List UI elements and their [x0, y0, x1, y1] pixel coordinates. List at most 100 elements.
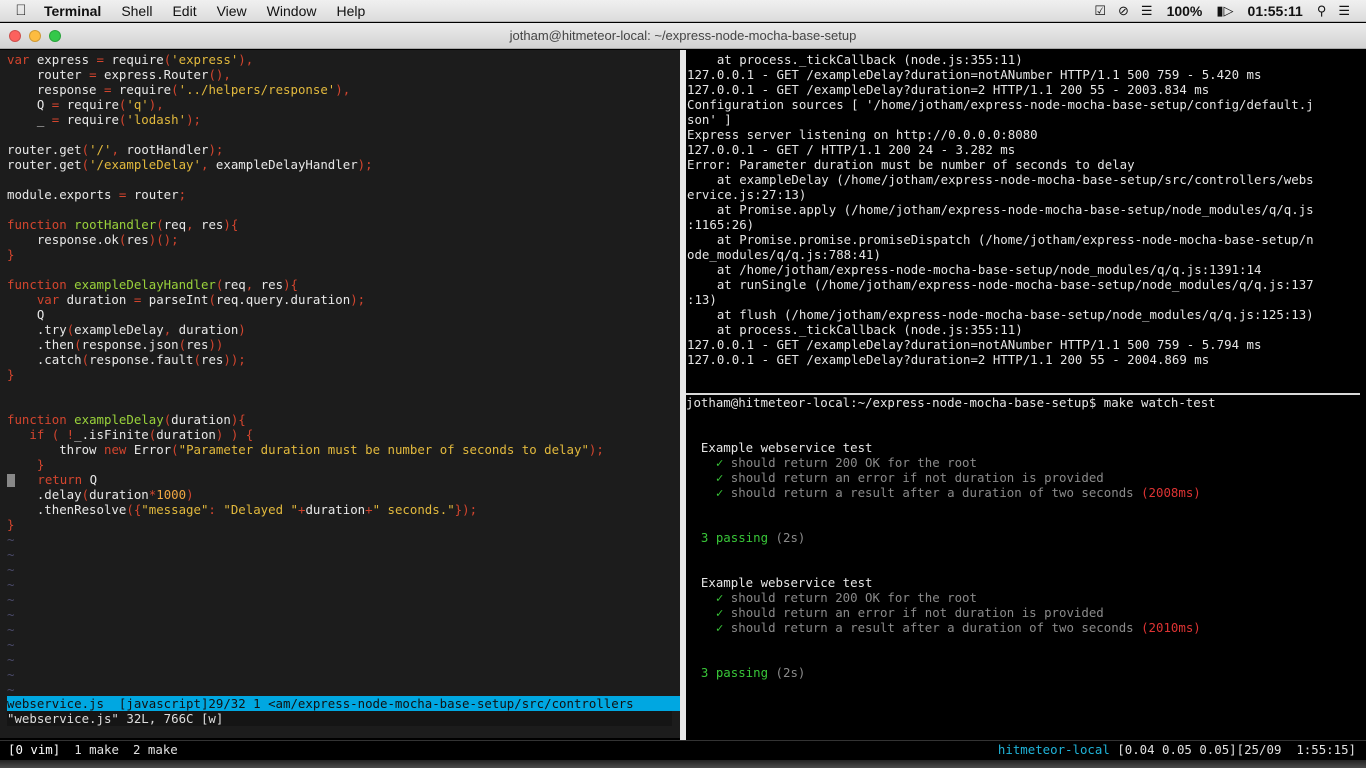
test-result: ✓ should return an error if not duration…: [715, 470, 1104, 485]
log-line: ervice.js:27:13): [687, 187, 807, 202]
server-log-output: at process._tickCallback (node.js:355:11…: [687, 52, 1360, 372]
code-line: return Q: [7, 472, 680, 487]
menu-shell[interactable]: Shell: [111, 0, 162, 22]
notification-center-icon[interactable]: ☰: [1338, 3, 1350, 19]
sync-status-icon[interactable]: ⊘: [1118, 3, 1129, 19]
log-line: at Promise.apply (/home/jotham/express-n…: [687, 202, 1314, 217]
empty-line-tilde: ~: [7, 652, 15, 667]
test-output-pane[interactable]: jotham@hitmeteor-local:~/express-node-mo…: [686, 395, 1360, 680]
pane-horizontal-divider[interactable]: [686, 393, 1360, 395]
menu-help[interactable]: Help: [326, 0, 375, 22]
test-result: ✓ should return an error if not duration…: [715, 605, 1104, 620]
log-line: 127.0.0.1 - GET /exampleDelay?duration=2…: [687, 352, 1210, 367]
code-line: function exampleDelayHandler(req, res){: [7, 277, 298, 292]
menu-view[interactable]: View: [207, 0, 257, 22]
text-cursor: [7, 474, 15, 487]
code-line: function rootHandler(req, res){: [7, 217, 239, 232]
window-title-bar[interactable]: jotham@hitmeteor-local: ~/express-node-m…: [0, 23, 1366, 49]
log-line: at Promise.promise.promiseDispatch (/hom…: [687, 232, 1314, 247]
slow-duration: (2010ms): [1141, 620, 1201, 635]
passing-summary: 3 passing (2s): [700, 530, 806, 545]
menubar-clock[interactable]: 01:55:11: [1248, 3, 1303, 19]
log-line: :1165:26): [687, 217, 755, 232]
battery-percent[interactable]: 100%: [1167, 3, 1203, 19]
check-icon: ✓: [715, 455, 724, 470]
code-line: }: [7, 367, 15, 382]
apple-menu-icon[interactable]: : [0, 2, 34, 19]
code-line: if ( !_.isFinite(duration) ) {: [7, 427, 254, 442]
log-line: 127.0.0.1 - GET /exampleDelay?duration=2…: [687, 82, 1210, 97]
code-line: var express = require('express'),: [7, 52, 254, 67]
code-line: var duration = parseInt(req.query.durati…: [7, 292, 366, 307]
menu-bar:  Terminal Shell Edit View Window Help ☑…: [0, 0, 1366, 22]
wifi-icon[interactable]: ☰: [1141, 3, 1153, 19]
tmux-window-1[interactable]: 1 make: [74, 742, 119, 757]
log-line: at process._tickCallback (node.js:355:11…: [687, 52, 1023, 67]
code-line: .thenResolve({"message": "Delayed "+dura…: [7, 502, 478, 517]
code-line: .delay(duration*1000): [7, 487, 194, 502]
code-line: Q: [7, 307, 45, 322]
code-line: _ = require('lodash');: [7, 112, 201, 127]
slow-duration: (2008ms): [1141, 485, 1201, 500]
close-window-button[interactable]: [9, 29, 21, 42]
log-line: at /home/jotham/express-node-mocha-base-…: [687, 262, 1262, 277]
tmux-hostname: hitmeteor-local: [997, 742, 1110, 757]
empty-line-tilde: ~: [7, 532, 15, 547]
empty-line-tilde: ~: [7, 682, 15, 697]
code-line: module.exports = router;: [7, 187, 187, 202]
tmux-window-2[interactable]: 2 make: [133, 742, 178, 757]
log-line: at exampleDelay (/home/jotham/express-no…: [687, 172, 1314, 187]
zoom-window-button[interactable]: [49, 29, 61, 42]
empty-line-tilde: ~: [7, 637, 15, 652]
vim-editor-pane[interactable]: var express = require('express'), router…: [0, 50, 680, 738]
tmux-datetime: [25/09 1:55:15]: [1236, 742, 1356, 757]
code-line: .then(response.json(res)): [7, 337, 224, 352]
code-line: Q = require('q'),: [7, 97, 164, 112]
server-log-pane[interactable]: at process._tickCallback (node.js:355:11…: [686, 50, 1360, 740]
vim-command-line[interactable]: "webservice.js" 32L, 766C [w]: [7, 711, 672, 726]
minimize-window-button[interactable]: [29, 29, 41, 42]
check-icon: ✓: [715, 590, 724, 605]
empty-line-tilde: ~: [7, 562, 15, 577]
battery-icon[interactable]: ▮▷: [1216, 3, 1233, 19]
code-line: response.ok(res)();: [7, 232, 179, 247]
code-line: }: [7, 457, 45, 472]
log-line: Error: Parameter duration must be number…: [687, 157, 1135, 172]
tmux-window-0[interactable]: [0 vim]: [8, 742, 60, 757]
spotlight-search-icon[interactable]: ⚲: [1317, 3, 1327, 19]
menu-window[interactable]: Window: [257, 0, 327, 22]
code-line: router.get('/', rootHandler);: [7, 142, 224, 157]
code-line: }: [7, 517, 15, 532]
log-line: 127.0.0.1 - GET /exampleDelay?duration=n…: [687, 337, 1262, 352]
check-icon: ✓: [715, 470, 724, 485]
empty-line-tilde: ~: [7, 592, 15, 607]
tmux-status-bar: [0 vim] 1 make 2 make hitmeteor-local [0…: [0, 740, 1366, 758]
checkmark-status-icon[interactable]: ☑: [1094, 3, 1106, 19]
shell-prompt: jotham@hitmeteor-local:~/express-node-mo…: [686, 395, 1216, 410]
test-result: ✓ should return a result after a duratio…: [715, 620, 1201, 635]
menu-app-terminal[interactable]: Terminal: [34, 0, 111, 22]
test-suite-title: Example webservice test: [700, 575, 873, 590]
window-title: jotham@hitmeteor-local: ~/express-node-m…: [509, 27, 857, 43]
code-line: router = express.Router(),: [7, 67, 231, 82]
window-bottom-edge: [0, 760, 1366, 768]
code-line: .try(exampleDelay, duration): [7, 322, 246, 337]
log-line: 127.0.0.1 - GET / HTTP/1.1 200 24 - 3.28…: [687, 142, 1016, 157]
code-line: }: [7, 247, 15, 262]
test-result: ✓ should return 200 OK for the root: [715, 590, 977, 605]
test-result: ✓ should return 200 OK for the root: [715, 455, 977, 470]
empty-line-tilde: ~: [7, 622, 15, 637]
terminal-content[interactable]: var express = require('express'), router…: [0, 50, 1366, 768]
empty-line-tilde: ~: [7, 607, 15, 622]
passing-summary: 3 passing (2s): [700, 665, 806, 680]
tmux-status-right: hitmeteor-local [0.04 0.05 0.05][25/09 1…: [998, 742, 1366, 757]
log-line: :13): [687, 292, 717, 307]
code-line: function exampleDelay(duration){: [7, 412, 246, 427]
menu-edit[interactable]: Edit: [162, 0, 206, 22]
log-line: Express server listening on http://0.0.0…: [687, 127, 1038, 142]
